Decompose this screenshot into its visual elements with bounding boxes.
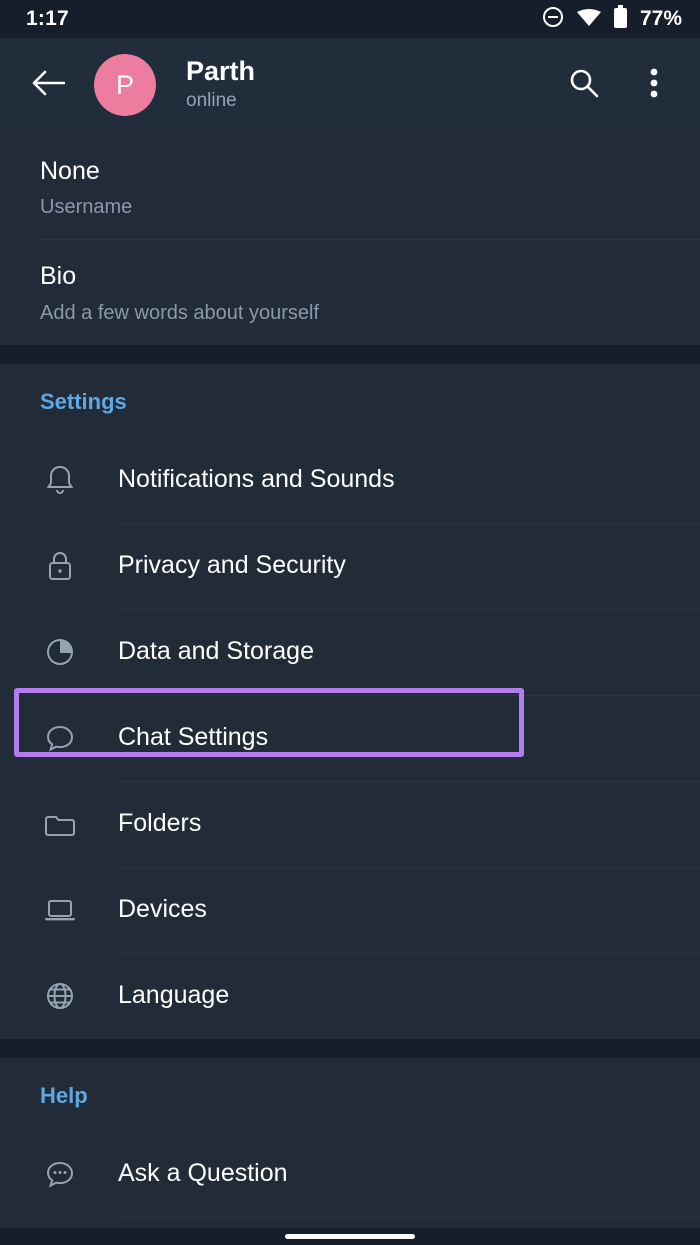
- sidebar-item-label: Data and Storage: [118, 637, 314, 665]
- row-separator: [118, 1216, 700, 1218]
- pie-chart-icon: [40, 632, 80, 672]
- sidebar-item-devices[interactable]: Devices: [0, 866, 700, 953]
- back-arrow-icon: [31, 68, 66, 103]
- page-title: Parth: [186, 56, 256, 87]
- status-time: 1:17: [26, 7, 69, 30]
- sidebar-item-label: Chat Settings: [118, 723, 269, 751]
- sidebar-item-language[interactable]: Language: [0, 952, 700, 1039]
- settings-section: Settings Notifications and Sounds Privac…: [0, 363, 700, 1039]
- more-vertical-icon: [650, 67, 658, 104]
- sidebar-item-label: Notifications and Sounds: [118, 465, 395, 493]
- home-gesture-pill[interactable]: [285, 1234, 415, 1239]
- row-separator: [118, 866, 700, 868]
- sidebar-item-ask-a-question[interactable]: Ask a Question: [0, 1131, 700, 1217]
- username-value: None: [40, 157, 100, 185]
- battery-icon: [613, 4, 628, 34]
- sidebar-item-label: Privacy and Security: [118, 551, 346, 579]
- sidebar-item-notifications[interactable]: Notifications and Sounds: [0, 437, 700, 523]
- avatar[interactable]: P: [94, 54, 156, 116]
- sidebar-item-label: Ask a Question: [118, 1159, 288, 1187]
- sidebar-item-data-storage[interactable]: Data and Storage: [0, 608, 700, 695]
- settings-section-header: Settings: [40, 388, 127, 414]
- back-button[interactable]: [26, 63, 70, 107]
- row-separator: [118, 952, 700, 954]
- chat-bubble-icon: [40, 718, 80, 758]
- section-divider: [0, 344, 700, 364]
- sidebar-item-label: Devices: [118, 895, 207, 923]
- wifi-icon: [576, 7, 602, 32]
- avatar-letter: P: [115, 69, 134, 100]
- row-separator: [118, 522, 700, 524]
- app-bar-actions: [562, 63, 676, 107]
- section-divider-2: [0, 1038, 700, 1058]
- system-nav-bar: [0, 1228, 700, 1245]
- search-button[interactable]: [562, 63, 606, 107]
- telegram-settings-screen: 1:17 77% P Parth online None Username Bi…: [0, 0, 700, 1245]
- row-separator: [118, 694, 700, 696]
- sidebar-item-privacy[interactable]: Privacy and Security: [0, 522, 700, 609]
- chat-dots-icon: [40, 1154, 80, 1194]
- folder-icon: [40, 804, 80, 844]
- overflow-menu-button[interactable]: [632, 63, 676, 107]
- sidebar-item-chat-settings[interactable]: Chat Settings: [0, 694, 700, 781]
- profile-row-bio[interactable]: Bio Add a few words about yourself: [0, 239, 700, 344]
- app-bar: P Parth online: [0, 38, 700, 132]
- globe-icon: [40, 976, 80, 1016]
- status-bar: 1:17 77%: [0, 0, 700, 38]
- bell-icon: [40, 460, 80, 500]
- profile-row-username[interactable]: None Username: [0, 134, 700, 239]
- lock-icon: [40, 546, 80, 586]
- help-section-header: Help: [40, 1082, 88, 1108]
- help-section: Help Ask a Question: [0, 1057, 700, 1245]
- chat-title-block[interactable]: Parth online: [186, 56, 562, 114]
- do-not-disturb-icon: [541, 5, 565, 34]
- bio-label: Add a few words about yourself: [40, 301, 320, 324]
- status-icons: 77%: [541, 4, 682, 34]
- search-icon: [568, 67, 600, 104]
- row-separator: [118, 780, 700, 782]
- profile-fields: None Username Bio Add a few words about …: [0, 132, 700, 345]
- bio-value: Bio: [40, 262, 77, 291]
- battery-percent: 77%: [639, 7, 682, 30]
- laptop-icon: [40, 890, 80, 930]
- row-separator: [118, 608, 700, 610]
- sidebar-item-folders[interactable]: Folders: [0, 780, 700, 867]
- username-label: Username: [40, 196, 133, 219]
- sidebar-item-label: Folders: [118, 809, 202, 837]
- online-status: online: [186, 90, 237, 112]
- sidebar-item-label: Language: [118, 981, 230, 1009]
